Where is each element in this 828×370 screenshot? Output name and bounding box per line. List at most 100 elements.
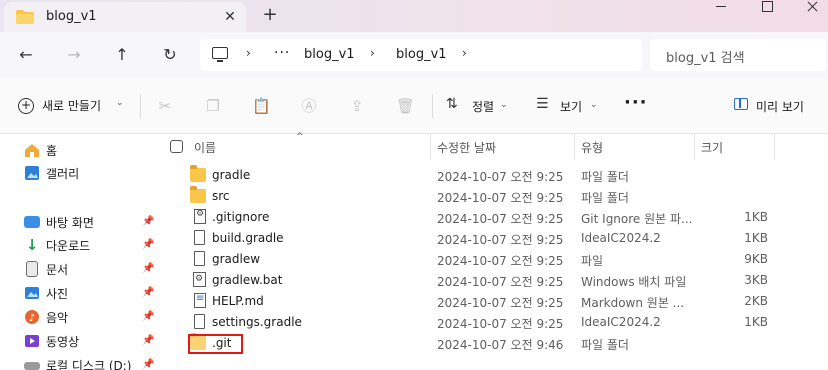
sidebar-item-music[interactable]: ♪ 음악 📌 [24,306,154,328]
sidebar-item-desktop[interactable]: 바탕 화면 📌 [24,211,154,233]
column-divider[interactable] [694,134,695,160]
column-header-modified[interactable]: 수정한 날짜 [437,139,496,156]
address-bar[interactable]: › ··· blog_v1 › blog_v1 › [200,39,642,71]
details-pane-label: 미리 보기 [756,100,804,114]
list-item[interactable]: .gitignore 2024-10-07 오전 9:25 Git Ignore… [160,207,828,228]
chevron-down-icon: ⌄ [500,100,508,110]
folder-icon [16,10,34,24]
sidebar-item-documents[interactable]: 문서 📌 [24,258,154,280]
breadcrumb-item[interactable]: blog_v1 [396,47,447,62]
maximize-button[interactable] [752,0,782,14]
list-item[interactable]: gradle 2024-10-07 오전 9:25 파일 폴더 [160,165,828,186]
share-icon[interactable]: ⇪ [348,97,366,115]
sort-ascending-icon: ^ [296,132,304,142]
column-header-name[interactable]: 이름 [194,139,216,156]
file-modified: 2024-10-07 오전 9:25 [437,317,564,331]
chevron-right-icon[interactable]: › [462,46,467,60]
download-icon: ↓ [25,236,39,254]
document-icon [194,251,205,266]
chevron-right-icon[interactable]: › [246,46,251,60]
back-arrow-icon[interactable]: ← [12,42,40,68]
title-bar: blog_v1 ✕ + [0,0,828,32]
file-modified: 2024-10-07 오전 9:25 [437,212,564,226]
minimize-button[interactable] [706,0,736,14]
details-pane-icon [734,98,748,110]
pin-icon[interactable]: 📌 [142,263,154,274]
list-item[interactable]: build.gradle 2024-10-07 오전 9:25 IdeaIC20… [160,228,828,249]
breadcrumb-overflow[interactable]: ··· [274,45,290,61]
file-name: gradle [212,168,251,182]
document-icon [194,230,205,245]
pin-icon[interactable]: 📌 [142,311,154,322]
pin-icon[interactable]: 📌 [142,359,154,370]
list-item[interactable]: src 2024-10-07 오전 9:25 파일 폴더 [160,186,828,207]
list-item[interactable]: gradlew 2024-10-07 오전 9:25 파일 9KB [160,249,828,270]
column-divider[interactable] [774,134,775,160]
file-name: build.gradle [212,231,284,245]
list-item[interactable]: gradlew.bat 2024-10-07 오전 9:25 Windows 배… [160,270,828,291]
file-size: 2KB [744,294,768,308]
gallery-icon [25,166,39,180]
more-options-icon[interactable]: ··· [624,92,648,113]
sidebar-item-label: 로컬 디스크 (D:) [46,359,132,370]
file-name: gradlew.bat [212,273,283,287]
file-modified: 2024-10-07 오전 9:25 [437,296,564,310]
forward-arrow-icon[interactable]: → [60,42,88,68]
column-header-type[interactable]: 유형 [581,139,603,156]
file-modified: 2024-10-07 오전 9:25 [437,170,564,184]
list-item[interactable]: .git 2024-10-07 오전 9:46 파일 폴더 [160,333,828,354]
column-header-size[interactable]: 크기 [701,139,723,156]
chevron-right-icon[interactable]: › [370,46,375,60]
sidebar-item-downloads[interactable]: ↓ 다운로드 📌 [24,234,155,256]
delete-icon[interactable]: 🗑 [396,97,415,115]
file-size: 9KB [744,252,768,266]
sidebar-item-home[interactable]: 홈 [24,139,154,161]
refresh-icon[interactable]: ↻ [156,42,184,68]
up-arrow-icon[interactable]: ↑ [108,42,136,68]
new-tab-button[interactable]: + [258,4,282,28]
cut-icon[interactable]: ✂ [156,97,174,115]
file-name: settings.gradle [212,315,302,329]
pin-icon[interactable]: 📌 [142,239,154,250]
tab-title: blog_v1 [46,9,97,24]
rename-icon[interactable]: Ⓐ [300,97,318,115]
select-all-checkbox[interactable] [170,140,183,153]
file-modified: 2024-10-07 오전 9:25 [437,191,564,205]
sidebar-item-label: 동영상 [46,335,80,349]
close-window-button[interactable] [798,0,828,14]
pin-icon[interactable]: 📌 [142,335,154,346]
file-modified: 2024-10-07 오전 9:25 [437,233,564,247]
column-header-row: ^ 이름 수정한 날짜 유형 크기 [160,132,828,160]
list-item[interactable]: settings.gradle 2024-10-07 오전 9:25 IdeaI… [160,312,828,333]
pin-icon[interactable]: 📌 [142,287,154,298]
list-item[interactable]: HELP.md 2024-10-07 오전 9:25 Markdown 원본 .… [160,291,828,312]
sort-icon: ⇅ [446,96,458,112]
file-modified: 2024-10-07 오전 9:25 [437,275,564,289]
file-size: 1KB [744,315,768,329]
sidebar-item-drive-d[interactable]: 로컬 디스크 (D:) 📌 [24,354,154,370]
file-type: 파일 [581,254,604,268]
file-name: gradlew [212,252,261,266]
column-divider[interactable] [430,134,431,160]
file-modified: 2024-10-07 오전 9:25 [437,254,564,268]
sidebar-item-gallery[interactable]: 갤러리 [24,162,154,184]
desktop-icon [24,216,40,228]
search-box[interactable]: blog_v1 검색 [650,39,826,71]
column-divider[interactable] [574,134,575,160]
sidebar-item-label: 홈 [46,144,58,158]
sidebar-item-pictures[interactable]: 사진 📌 [24,282,154,304]
copy-icon[interactable]: ❐ [204,97,222,115]
breadcrumb-item[interactable]: blog_v1 [304,47,355,62]
new-button-label: 새로 만들기 [42,99,102,113]
pin-icon[interactable]: 📌 [142,216,154,227]
svg-text:♪: ♪ [29,313,35,324]
sidebar-item-label: 다운로드 [46,239,91,253]
close-tab-icon[interactable]: ✕ [220,7,240,27]
explorer-tab[interactable]: blog_v1 ✕ [4,2,246,32]
pictures-icon [25,287,39,299]
file-size: 1KB [744,231,768,245]
sidebar-item-videos[interactable]: 동영상 📌 [24,330,154,352]
paste-icon[interactable]: 📋 [252,97,271,115]
file-type: IdeaIC2024.2 [581,315,661,329]
divider [432,94,433,118]
